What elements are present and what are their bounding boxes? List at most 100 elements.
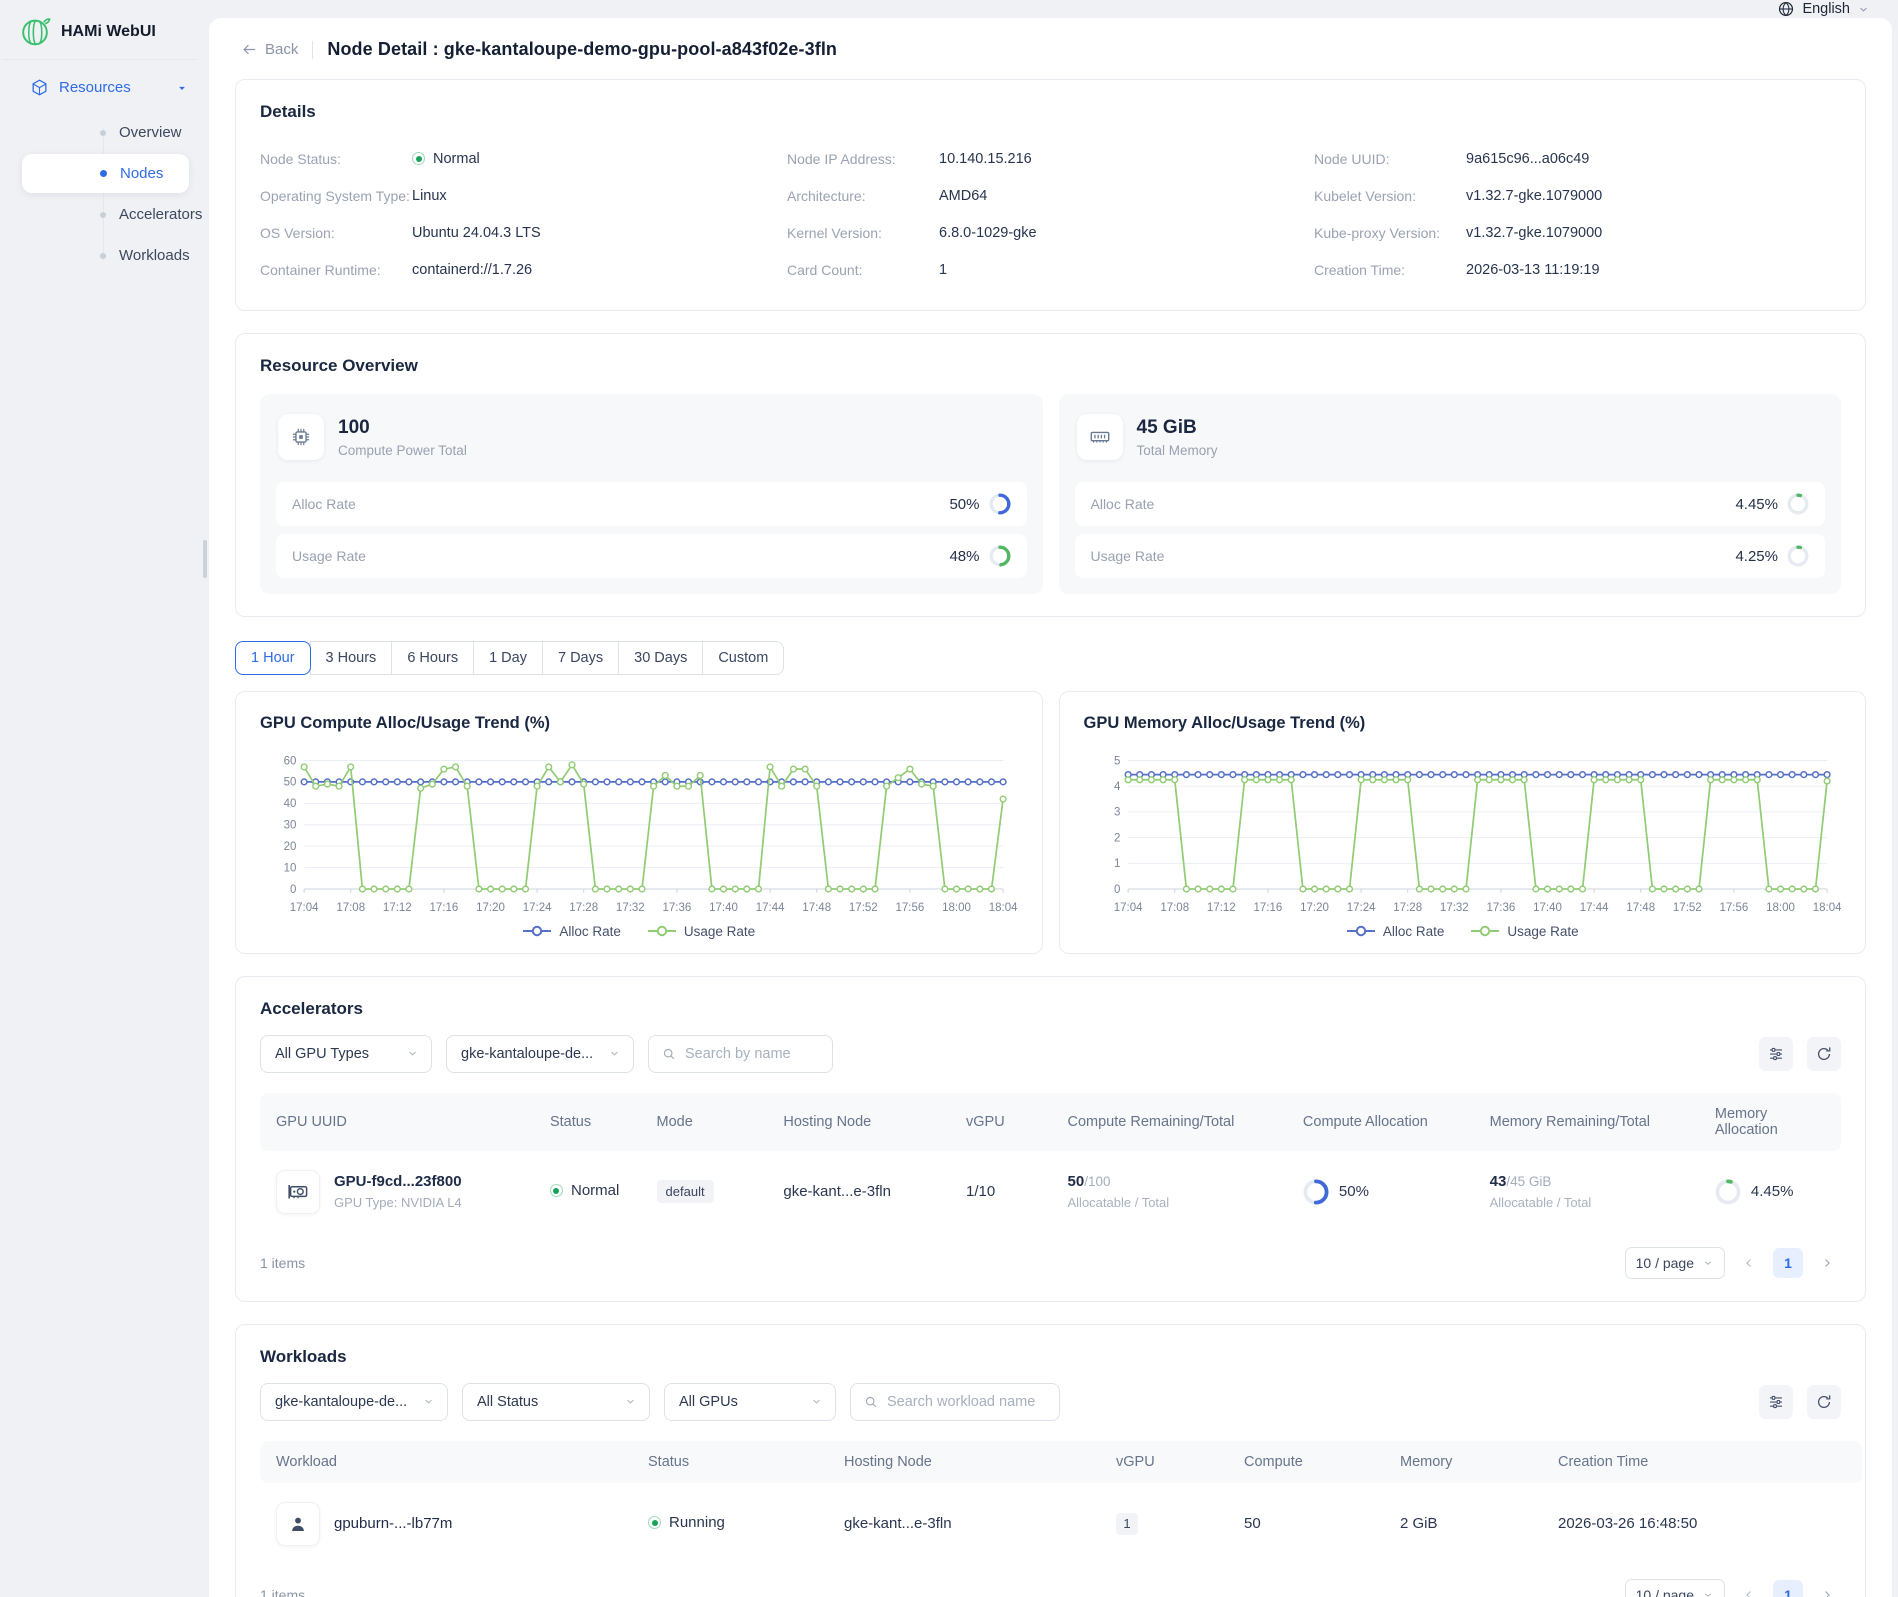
- prev-page-button[interactable]: [1735, 1249, 1763, 1277]
- detail-field: Kernel Version:6.8.0-1029-gke: [787, 214, 1314, 251]
- workload-search-input[interactable]: [887, 1394, 1047, 1410]
- time-tab-custom[interactable]: Custom: [702, 641, 784, 675]
- workload-status-select[interactable]: All Status: [462, 1383, 650, 1421]
- page-size-select[interactable]: 10 / page: [1625, 1579, 1725, 1597]
- column-settings-icon: [1767, 1393, 1785, 1411]
- details-column: Node IP Address:10.140.15.216Architectur…: [787, 140, 1314, 288]
- workload-name[interactable]: gpuburn-...-lb77m: [334, 1515, 452, 1532]
- stat-rate-row: Alloc Rate50%: [276, 482, 1027, 526]
- detail-value: Linux: [412, 188, 447, 204]
- table-row[interactable]: GPU-f9cd...23f800GPU Type: NVIDIA L4Norm…: [260, 1151, 1841, 1233]
- svg-text:2: 2: [1114, 832, 1120, 844]
- compute-remaining-total: 50/100: [1068, 1173, 1271, 1190]
- stat-header: 45 GiBTotal Memory: [1075, 408, 1826, 474]
- workload-person-icon: [287, 1513, 309, 1535]
- stat-value: 100: [338, 417, 467, 439]
- stat-header: 100Compute Power Total: [276, 408, 1027, 474]
- globe-icon: [1777, 0, 1795, 18]
- table-row[interactable]: gpuburn-...-lb77mRunninggke-kant...e-3fl…: [260, 1483, 1862, 1565]
- time-tab-7-days[interactable]: 7 Days: [542, 641, 619, 675]
- refresh-button[interactable]: [1807, 1037, 1841, 1071]
- items-count: 1 items: [260, 1255, 305, 1271]
- svg-text:30: 30: [284, 820, 297, 832]
- gpu-uuid[interactable]: GPU-f9cd...23f800: [334, 1173, 462, 1190]
- workloads-card: Workloads gke-kantaloupe-de... All Statu…: [235, 1324, 1866, 1597]
- time-tab-1-day[interactable]: 1 Day: [473, 641, 543, 675]
- stat-label: Total Memory: [1137, 443, 1218, 458]
- page-size-select[interactable]: 10 / page: [1625, 1247, 1725, 1279]
- app-logo-icon: [20, 16, 51, 47]
- status-dot-icon: [648, 1516, 661, 1529]
- time-tab-6-hours[interactable]: 6 Hours: [391, 641, 474, 675]
- sidebar-item-overview[interactable]: Overview: [22, 113, 189, 152]
- next-page-button[interactable]: [1813, 1581, 1841, 1597]
- detail-label: Kernel Version:: [787, 225, 939, 241]
- sidebar-item-workloads[interactable]: Workloads: [22, 236, 189, 275]
- legend-item[interactable]: Alloc Rate: [522, 924, 621, 939]
- page-header: Back Node Detail : gke-kantaloupe-demo-g…: [235, 18, 1866, 79]
- time-tab-3-hours[interactable]: 3 Hours: [310, 641, 393, 675]
- workload-search: [850, 1383, 1060, 1421]
- column-settings-button[interactable]: [1759, 1037, 1793, 1071]
- stat-rate-row: Usage Rate48%: [276, 534, 1027, 578]
- resource-overview-card: Resource Overview 100Compute Power Total…: [235, 333, 1866, 617]
- column-settings-button[interactable]: [1759, 1385, 1793, 1419]
- sidebar-item-nodes[interactable]: Nodes: [22, 154, 189, 193]
- column-header: Mode: [641, 1093, 768, 1151]
- legend-item[interactable]: Usage Rate: [647, 924, 755, 939]
- detail-label: Card Count:: [787, 262, 939, 278]
- svg-text:17:40: 17:40: [709, 902, 738, 914]
- legend-marker-icon: [522, 925, 552, 937]
- workload-gpu-select[interactable]: All GPUs: [664, 1383, 836, 1421]
- hosting-node: gke-kant...e-3fln: [828, 1483, 1100, 1565]
- accelerators-pagination: 1 items 10 / page 1: [260, 1247, 1841, 1279]
- next-page-button[interactable]: [1813, 1249, 1841, 1277]
- accelerators-table: GPU UUIDStatusModeHosting NodevGPUComput…: [260, 1093, 1841, 1233]
- gpu-card-icon: [286, 1180, 310, 1204]
- time-tab-30-days[interactable]: 30 Days: [618, 641, 703, 675]
- svg-text:17:48: 17:48: [1626, 902, 1655, 914]
- search-icon: [661, 1046, 677, 1062]
- workload-node-select[interactable]: gke-kantaloupe-de...: [260, 1383, 448, 1421]
- language-selector[interactable]: English: [1777, 0, 1870, 18]
- prev-page-button[interactable]: [1735, 1581, 1763, 1597]
- time-tab-1-hour[interactable]: 1 Hour: [235, 641, 311, 675]
- svg-text:20: 20: [284, 841, 297, 853]
- stat-card: 45 GiBTotal MemoryAlloc Rate4.45%Usage R…: [1059, 394, 1842, 594]
- gpu-type-select[interactable]: All GPU Types: [260, 1035, 432, 1073]
- sidebar-item-accelerators[interactable]: Accelerators: [22, 195, 189, 234]
- svg-text:17:52: 17:52: [1672, 902, 1701, 914]
- svg-text:17:24: 17:24: [523, 902, 552, 914]
- chevron-left-icon: [1742, 1588, 1756, 1597]
- accelerators-filters: All GPU Types gke-kantaloupe-de...: [260, 1035, 1841, 1073]
- node-select[interactable]: gke-kantaloupe-de...: [446, 1035, 634, 1073]
- back-button[interactable]: Back: [241, 41, 298, 58]
- page-title: Node Detail : gke-kantaloupe-demo-gpu-po…: [327, 39, 837, 60]
- legend-item[interactable]: Usage Rate: [1470, 924, 1578, 939]
- workloads-filters: gke-kantaloupe-de... All Status All GPUs: [260, 1383, 1841, 1421]
- detail-label: Container Runtime:: [260, 262, 412, 278]
- column-header: Creation Time: [1542, 1441, 1862, 1483]
- progress-donut-icon: [1303, 1179, 1329, 1205]
- legend-label: Alloc Rate: [559, 924, 621, 939]
- vgpu-count: 1/10: [950, 1151, 1051, 1233]
- legend-item[interactable]: Alloc Rate: [1346, 924, 1445, 939]
- detail-field: Node IP Address:10.140.15.216: [787, 140, 1314, 177]
- arrow-left-icon: [241, 41, 258, 58]
- svg-text:10: 10: [284, 862, 297, 874]
- detail-value: Ubuntu 24.04.3 LTS: [412, 225, 541, 241]
- svg-text:18:04: 18:04: [989, 902, 1018, 914]
- sidebar-item-resources[interactable]: Resources: [0, 66, 209, 109]
- chevron-down-icon: [175, 81, 189, 95]
- svg-text:17:44: 17:44: [756, 902, 785, 914]
- detail-label: Kube-proxy Version:: [1314, 225, 1466, 241]
- legend-label: Usage Rate: [684, 924, 755, 939]
- accelerator-search-input[interactable]: [685, 1046, 820, 1062]
- page-number-button[interactable]: 1: [1773, 1580, 1803, 1597]
- resources-label: Resources: [59, 79, 165, 96]
- page-number-button[interactable]: 1: [1773, 1248, 1803, 1278]
- detail-field: Creation Time:2026-03-13 11:19:19: [1314, 251, 1841, 288]
- refresh-button[interactable]: [1807, 1385, 1841, 1419]
- chevron-down-icon: [406, 1047, 419, 1060]
- sidebar-scrollbar[interactable]: [203, 540, 207, 578]
